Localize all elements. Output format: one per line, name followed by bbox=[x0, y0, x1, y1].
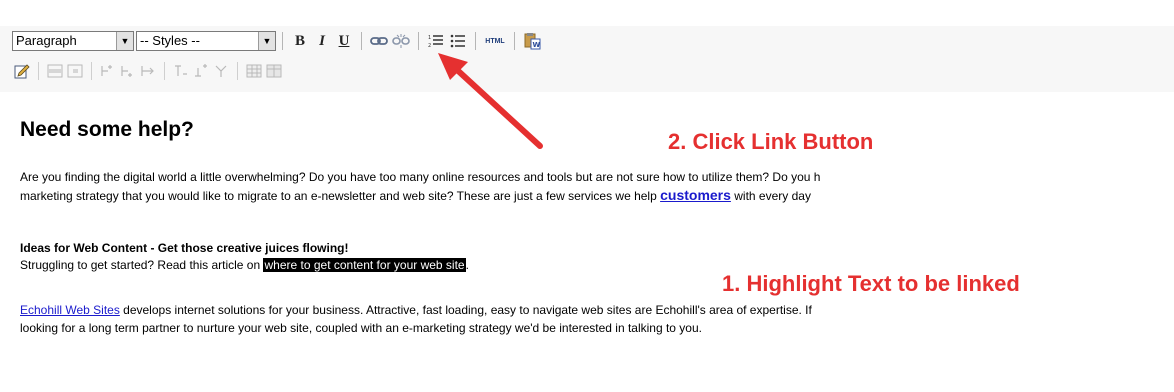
table-row-props-button[interactable] bbox=[45, 60, 65, 82]
unlink-button[interactable] bbox=[390, 30, 412, 52]
toolbar-row-2 bbox=[12, 58, 284, 84]
numbered-list-button[interactable]: 1 2 bbox=[425, 30, 447, 52]
echohill-text: develops internet solutions for your bus… bbox=[119, 303, 812, 317]
ideas-period: . bbox=[465, 258, 469, 272]
underline-label: U bbox=[338, 32, 350, 49]
bullet-list-icon bbox=[450, 34, 465, 48]
echohill-paragraph-line-1: Echohill Web Sites develops internet sol… bbox=[20, 301, 812, 320]
table-cell-props-button[interactable] bbox=[65, 60, 85, 82]
echohill-paragraph-line-2: looking for a long term partner to nurtu… bbox=[20, 321, 702, 335]
col-after-icon bbox=[195, 64, 207, 77]
page-heading: Need some help? bbox=[20, 118, 194, 141]
row-after-icon bbox=[121, 66, 132, 77]
toolbar-separator bbox=[38, 62, 39, 80]
annotation-step-1: 1. Highlight Text to be linked bbox=[722, 271, 1020, 296]
svg-text:1: 1 bbox=[428, 35, 431, 41]
intro-paragraph-line-2: marketing strategy that you would like t… bbox=[20, 186, 811, 206]
toolbar-separator bbox=[514, 32, 515, 50]
numbered-list-icon: 1 2 bbox=[428, 35, 443, 48]
editor-content-area[interactable]: Need some help? Are you finding the digi… bbox=[0, 92, 1174, 392]
toolbar-separator bbox=[237, 62, 238, 80]
svg-text:2: 2 bbox=[428, 43, 431, 48]
table-cell-icon bbox=[67, 64, 83, 78]
customers-link[interactable]: customers bbox=[660, 187, 731, 203]
intro-text: marketing strategy that you would like t… bbox=[20, 189, 661, 203]
intro-paragraph-line-1: Are you finding the digital world a litt… bbox=[20, 170, 821, 184]
edit-button[interactable] bbox=[12, 60, 32, 82]
insert-link-button[interactable] bbox=[368, 30, 390, 52]
paste-word-button[interactable]: W bbox=[521, 30, 543, 52]
toolbar-separator bbox=[164, 62, 165, 80]
toolbar-row-1: Paragraph ▼ -- Styles -- ▼ B I U 1 2 HTM… bbox=[12, 28, 543, 54]
insert-row-after-button[interactable] bbox=[118, 60, 138, 82]
chevron-down-icon: ▼ bbox=[116, 32, 133, 50]
delete-row-button[interactable] bbox=[138, 60, 158, 82]
format-select[interactable]: Paragraph ▼ bbox=[12, 31, 134, 51]
ideas-text: Struggling to get started? Read this art… bbox=[20, 258, 264, 272]
svg-text:W: W bbox=[533, 41, 541, 49]
table-row-icon bbox=[47, 64, 63, 78]
col-before-icon bbox=[175, 65, 187, 76]
editor-toolbar: Paragraph ▼ -- Styles -- ▼ B I U 1 2 HTM… bbox=[0, 0, 1174, 92]
toolbar-top-strip bbox=[0, 0, 1174, 26]
delete-col-button[interactable] bbox=[211, 60, 231, 82]
table-icon bbox=[246, 64, 262, 78]
italic-label: I bbox=[319, 32, 325, 49]
toolbar-separator bbox=[361, 32, 362, 50]
styles-select-value: -- Styles -- bbox=[140, 33, 200, 48]
insert-col-before-button[interactable] bbox=[171, 60, 191, 82]
format-select-value: Paragraph bbox=[16, 33, 77, 48]
bold-label: B bbox=[294, 32, 305, 49]
underline-button[interactable]: U bbox=[333, 30, 355, 52]
ideas-line: Struggling to get started? Read this art… bbox=[20, 256, 469, 275]
italic-button[interactable]: I bbox=[311, 30, 333, 52]
toolbar-separator bbox=[91, 62, 92, 80]
edit-pencil-icon bbox=[14, 64, 30, 79]
paste-from-word-icon: W bbox=[524, 33, 541, 50]
link-icon bbox=[370, 37, 388, 45]
table-props-button[interactable] bbox=[264, 60, 284, 82]
insert-row-before-button[interactable] bbox=[98, 60, 118, 82]
annotation-step-2: 2. Click Link Button bbox=[668, 129, 874, 154]
intro-text-end: with every day bbox=[730, 189, 811, 203]
toolbar-separator bbox=[475, 32, 476, 50]
styles-select[interactable]: -- Styles -- ▼ bbox=[136, 31, 276, 51]
toolbar-separator bbox=[418, 32, 419, 50]
insert-table-button[interactable] bbox=[244, 60, 264, 82]
toolbar-separator bbox=[282, 32, 283, 50]
chevron-down-icon: ▼ bbox=[258, 32, 275, 50]
bold-button[interactable]: B bbox=[289, 30, 311, 52]
delete-col-icon bbox=[215, 65, 227, 77]
bullet-list-button[interactable] bbox=[447, 30, 469, 52]
html-label: HTML bbox=[485, 37, 505, 45]
row-before-icon bbox=[101, 65, 112, 76]
html-source-button[interactable]: HTML bbox=[482, 30, 508, 52]
delete-row-icon bbox=[141, 66, 154, 76]
highlighted-text-selection[interactable]: where to get content for your web site bbox=[263, 258, 466, 272]
unlink-icon bbox=[392, 34, 410, 48]
table-props-icon bbox=[266, 64, 282, 78]
echohill-link[interactable]: Echohill Web Sites bbox=[20, 303, 120, 317]
insert-col-after-button[interactable] bbox=[191, 60, 211, 82]
